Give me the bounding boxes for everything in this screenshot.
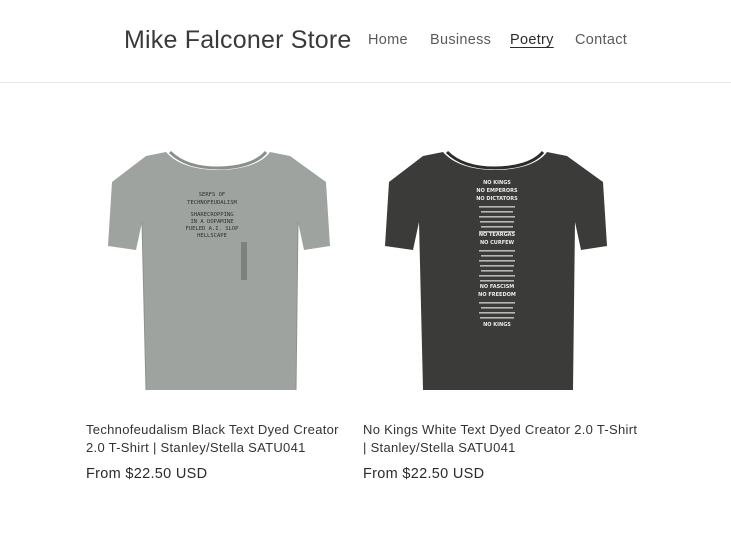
main-nav: Home Business Poetry Contact [0,32,731,52]
svg-text:NO FREEDOM: NO FREEDOM [478,292,516,298]
nav-link-contact[interactable]: Contact [575,32,627,48]
svg-text:TECHNOFEUDALISM: TECHNOFEUDALISM [187,200,237,206]
nav-link-home[interactable]: Home [368,32,408,48]
nav-link-business[interactable]: Business [430,32,491,48]
product-image-no-kings-shirt[interactable]: NO KINGS NO EMPERORS NO DICTATORS NO TEA… [363,118,631,413]
product-title-link[interactable]: Technofeudalism Black Text Dyed Creator … [86,421,361,456]
svg-text:FUELED A.I. SLOP: FUELED A.I. SLOP [186,226,240,232]
nav-link-poetry[interactable]: Poetry [510,32,554,48]
svg-text:IN A DOPAMINE: IN A DOPAMINE [190,219,233,225]
product-price: From $22.50 USD [86,466,208,482]
product-card[interactable]: NO KINGS NO EMPERORS NO DICTATORS NO TEA… [363,118,637,482]
product-image-technofeudalism-shirt[interactable]: SERFS OF TECHNOFEUDALISM SHARECROPPING I… [86,118,354,413]
svg-text:NO KINGS: NO KINGS [483,180,511,186]
product-price: From $22.50 USD [363,466,485,482]
shirt-print-text: SERFS OF TECHNOFEUDALISM SHARECROPPING I… [186,192,240,239]
svg-text:SHARECROPPING: SHARECROPPING [190,212,233,218]
site-header: Mike Falconer Store Home Business Poetry… [0,0,731,83]
product-title-link[interactable]: No Kings White Text Dyed Creator 2.0 T-S… [363,421,638,456]
svg-text:NO DICTATORS: NO DICTATORS [476,196,518,202]
svg-text:SERFS OF: SERFS OF [199,192,226,198]
product-card[interactable]: SERFS OF TECHNOFEUDALISM SHARECROPPING I… [86,118,354,482]
svg-text:NO KINGS: NO KINGS [483,322,511,328]
svg-text:NO EMPERORS: NO EMPERORS [476,188,518,194]
svg-text:NO TEARGAS: NO TEARGAS [479,232,516,238]
svg-text:HELLSCAPE: HELLSCAPE [197,233,227,239]
svg-text:NO FASCISM: NO FASCISM [480,284,515,290]
svg-text:NO CURFEW: NO CURFEW [480,240,515,246]
